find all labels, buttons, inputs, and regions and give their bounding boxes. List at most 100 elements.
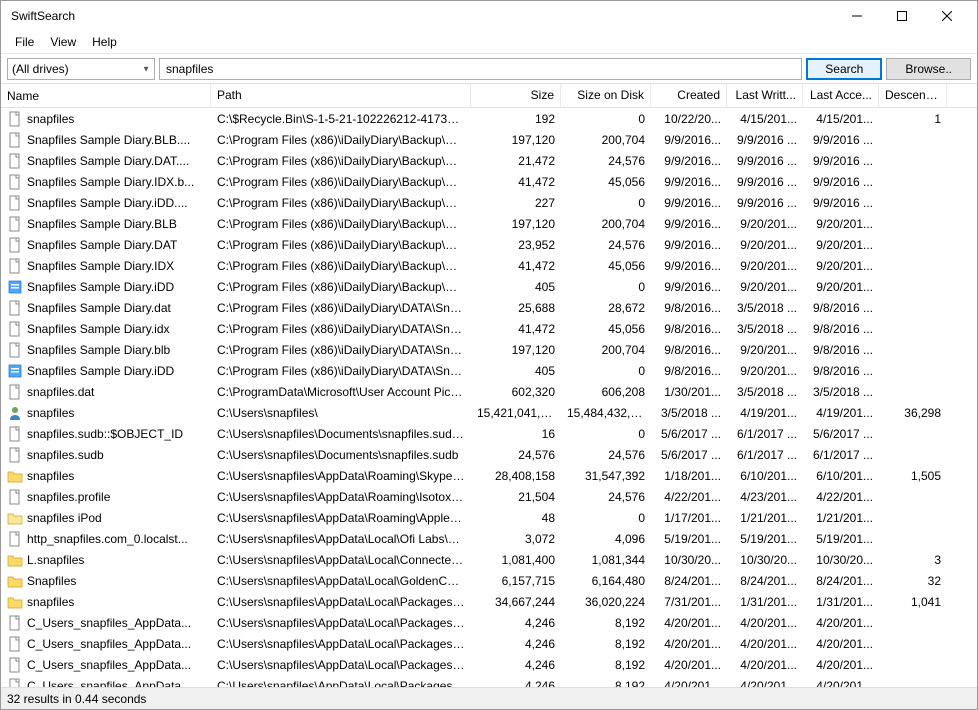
search-button[interactable]: Search (806, 58, 882, 80)
table-row[interactable]: C_Users_snapfiles_AppData...C:\Users\sna… (1, 612, 977, 633)
col-descendants[interactable]: Descend... (879, 84, 947, 107)
table-row[interactable]: snapfiles.sudb::$OBJECT_IDC:\Users\snapf… (1, 423, 977, 444)
cell-last-accessed: 4/20/201... (803, 658, 879, 672)
minimize-button[interactable] (834, 2, 879, 31)
cell-last-accessed: 9/9/2016 ... (803, 196, 879, 210)
table-row[interactable]: Snapfiles Sample Diary.BLBC:\Program Fil… (1, 213, 977, 234)
cell-size: 4,246 (471, 679, 561, 688)
table-row[interactable]: snapfilesC:\Users\snapfiles\AppData\Loca… (1, 591, 977, 612)
file-icon (7, 321, 23, 337)
idd-icon (7, 279, 23, 295)
close-button[interactable] (924, 2, 969, 31)
file-name: Snapfiles (27, 574, 76, 588)
cell-size-on-disk: 0 (561, 196, 651, 210)
table-row[interactable]: snapfilesC:\Users\snapfiles\15,421,041,4… (1, 402, 977, 423)
col-path[interactable]: Path (211, 84, 471, 107)
cell-name: snapfiles (1, 405, 211, 421)
table-row[interactable]: Snapfiles Sample Diary.DAT....C:\Program… (1, 150, 977, 171)
table-body[interactable]: snapfiles C:\$Recycle.Bin\S-1-5-21-102226… (1, 108, 977, 687)
cell-size: 197,120 (471, 343, 561, 357)
table-row[interactable]: snapfiles.dat C:\ProgramData\Microsoft\Us… (1, 381, 977, 402)
table-row[interactable]: Snapfiles Sample Diary.blbC:\Program Fil… (1, 339, 977, 360)
cell-last-written: 4/20/201... (727, 679, 803, 688)
col-created[interactable]: Created (651, 84, 727, 107)
maximize-button[interactable] (879, 2, 924, 31)
cell-size: 4,246 (471, 616, 561, 630)
col-size[interactable]: Size (471, 84, 561, 107)
file-icon (7, 447, 23, 463)
cell-name: snapfiles.sudb::$OBJECT_ID (1, 426, 211, 442)
table-row[interactable]: Snapfiles Sample Diary.BLB....C:\Program… (1, 129, 977, 150)
cell-created: 7/31/201... (651, 595, 727, 609)
table-row[interactable]: snapfilesC:\Users\snapfiles\AppData\Roam… (1, 465, 977, 486)
table-row[interactable]: Snapfiles Sample Diary.IDX.b...C:\Progra… (1, 171, 977, 192)
cell-last-written: 9/20/201... (727, 259, 803, 273)
cell-created: 10/22/20... (651, 112, 727, 126)
cell-path: C:\Users\snapfiles\AppData\Local\Package… (211, 616, 471, 630)
search-input[interactable] (159, 58, 802, 80)
table-row[interactable]: Snapfiles Sample Diary.IDX C:\Program Fil… (1, 255, 977, 276)
col-name[interactable]: Name (1, 84, 211, 107)
cell-size-on-disk: 8,192 (561, 637, 651, 651)
folder-icon (7, 552, 23, 568)
cell-name: Snapfiles Sample Diary.iDD (1, 279, 211, 295)
cell-last-written: 4/20/201... (727, 616, 803, 630)
table-row[interactable]: Snapfiles Sample Diary.datC:\Program Fil… (1, 297, 977, 318)
table-row[interactable]: Snapfiles Sample Diary.DATC:\Program Fil… (1, 234, 977, 255)
col-last-accessed[interactable]: Last Acce... (803, 84, 879, 107)
cell-path: C:\Program Files (x86)\iDailyDiary\Backu… (211, 259, 471, 273)
table-row[interactable]: Snapfiles Sample Diary.iDD....C:\Program… (1, 192, 977, 213)
cell-size-on-disk: 0 (561, 427, 651, 441)
cell-created: 9/9/2016... (651, 217, 727, 231)
table-row[interactable]: Snapfiles Sample Diary.iDDC:\Program Fil… (1, 360, 977, 381)
table-row[interactable]: Snapfiles Sample Diary.iDDC:\Program Fil… (1, 276, 977, 297)
table-row[interactable]: snapfilesC:\$Recycle.Bin\S-1-5-21-102226… (1, 108, 977, 129)
cell-created: 8/24/201... (651, 574, 727, 588)
cell-last-written: 6/1/2017 ... (727, 427, 803, 441)
cell-descendants: 36,298 (879, 406, 947, 420)
menu-file[interactable]: File (7, 33, 42, 51)
cell-size-on-disk: 6,164,480 (561, 574, 651, 588)
table-row[interactable]: SnapfilesC:\Users\snapfiles\AppData\Loca… (1, 570, 977, 591)
table-row[interactable]: C_Users_snapfiles_AppData...C:\Users\sna… (1, 654, 977, 675)
table-row[interactable]: L.snapfilesC:\Users\snapfiles\AppData\Lo… (1, 549, 977, 570)
cell-last-written: 8/24/201... (727, 574, 803, 588)
col-last-written[interactable]: Last Writt... (727, 84, 803, 107)
table-row[interactable]: snapfiles iPodC:\Users\snapfiles\AppData… (1, 507, 977, 528)
cell-path: C:\Program Files (x86)\iDailyDiary\Backu… (211, 196, 471, 210)
menu-help[interactable]: Help (84, 33, 125, 51)
table-row[interactable]: snapfiles.profileC:\Users\snapfiles\AppD… (1, 486, 977, 507)
table-row[interactable]: Snapfiles Sample Diary.idxC:\Program Fil… (1, 318, 977, 339)
table-row[interactable]: C_Users_snapfiles_AppData...C:\Users\sna… (1, 675, 977, 687)
file-name: Snapfiles Sample Diary.IDX (27, 259, 174, 273)
table-row[interactable]: snapfiles.sudbC:\Users\snapfiles\Documen… (1, 444, 977, 465)
cell-name: snapfiles.profile (1, 489, 211, 505)
cell-name: C_Users_snapfiles_AppData... (1, 615, 211, 631)
cell-path: C:\ProgramData\Microsoft\User Account Pi… (211, 385, 471, 399)
cell-size: 21,472 (471, 154, 561, 168)
cell-path: C:\Users\snapfiles\AppData\Local\Package… (211, 637, 471, 651)
file-name: Snapfiles Sample Diary.BLB.... (27, 133, 190, 147)
file-icon (7, 132, 23, 148)
cell-name: Snapfiles Sample Diary.idx (1, 321, 211, 337)
table-row[interactable]: C_Users_snapfiles_AppData... C:\Users\sna… (1, 633, 977, 654)
cell-last-accessed: 9/8/2016 ... (803, 301, 879, 315)
cell-path: C:\$Recycle.Bin\S-1-5-21-102226212-41734… (211, 112, 471, 126)
menu-view[interactable]: View (42, 33, 84, 51)
cell-name: Snapfiles Sample Diary.iDD.... (1, 195, 211, 211)
cell-last-written: 4/23/201... (727, 490, 803, 504)
drive-selector[interactable]: (All drives) ▼ (7, 58, 155, 80)
file-name: snapfiles (27, 469, 74, 483)
col-size-on-disk[interactable]: Size on Disk (561, 84, 651, 107)
file-name: snapfiles.dat (27, 385, 94, 399)
cell-size: 197,120 (471, 217, 561, 231)
cell-size: 6,157,715 (471, 574, 561, 588)
browse-button[interactable]: Browse.. (886, 58, 971, 80)
folder-icon (7, 594, 23, 610)
file-name: C_Users_snapfiles_AppData... (27, 637, 191, 651)
table-row[interactable]: http_snapfiles.com_0.localst...C:\Users\… (1, 528, 977, 549)
file-icon (7, 237, 23, 253)
cell-size-on-disk: 8,192 (561, 616, 651, 630)
cell-last-written: 9/20/201... (727, 238, 803, 252)
cell-descendants: 1,041 (879, 595, 947, 609)
